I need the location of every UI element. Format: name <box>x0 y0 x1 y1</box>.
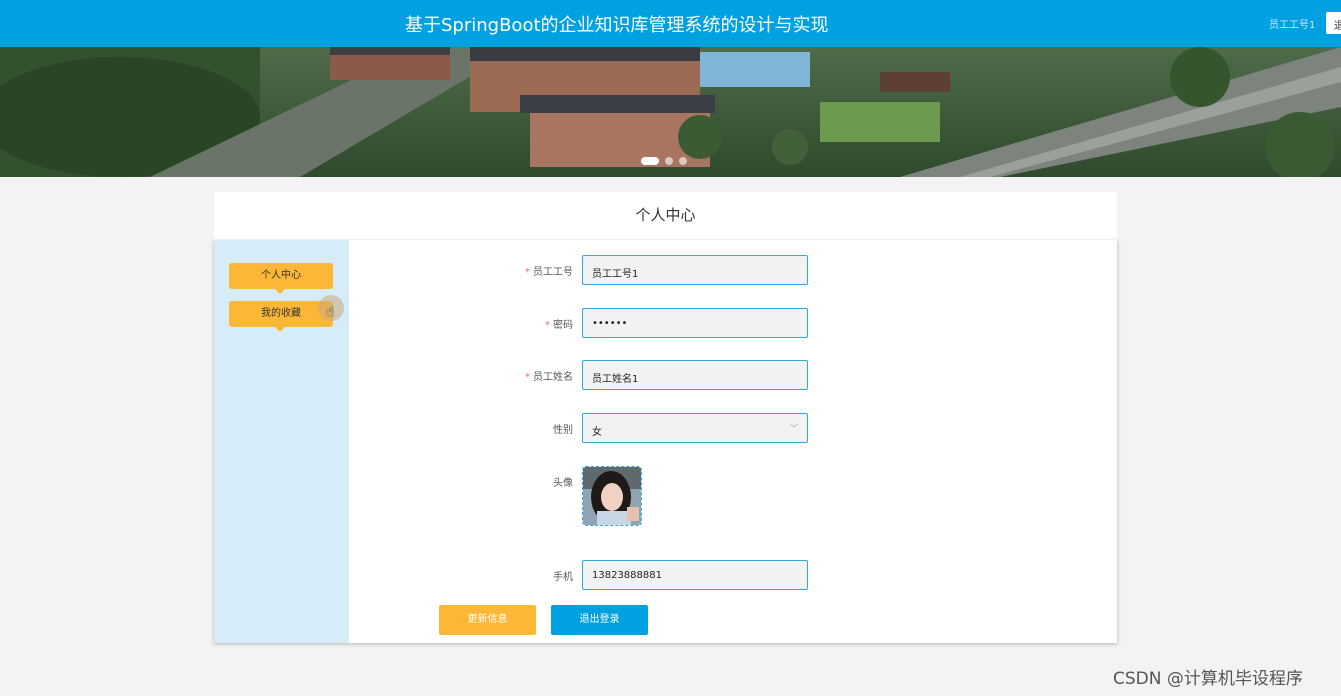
avatar-upload[interactable] <box>582 466 642 526</box>
carousel-indicators <box>641 157 687 165</box>
avatar-label: 头像 <box>553 478 573 489</box>
watermark: CSDN @计算机毕设程序 <box>1113 669 1303 689</box>
phone-row: 手机 13823888881 <box>349 560 809 590</box>
password-row: * 密码 •••••• <box>349 308 809 338</box>
gender-label: 性别 <box>553 425 573 436</box>
carousel-dot[interactable] <box>665 157 673 165</box>
sidebar: 个人中心 我的收藏 ☝ <box>214 240 349 643</box>
phone-label: 手机 <box>553 572 573 583</box>
site-title: 基于SpringBoot的企业知识库管理系统的设计与实现 <box>405 15 829 36</box>
carousel-dot[interactable] <box>679 157 687 165</box>
gender-row: 性别 女 ﹀ <box>349 413 809 443</box>
employee-id-input[interactable]: 员工工号1 <box>582 255 808 285</box>
employee-id-row: * 员工工号 员工工号1 <box>349 255 809 285</box>
gender-select[interactable]: 女 ﹀ <box>582 413 808 443</box>
sidebar-item-personal-center[interactable]: 个人中心 <box>229 263 333 294</box>
password-label: * 密码 <box>545 320 573 331</box>
header-logout-button[interactable]: 退 <box>1326 12 1341 34</box>
top-header: 基于SpringBoot的企业知识库管理系统的设计与实现 员工工号1 退 <box>0 0 1341 47</box>
employee-name-label: * 员工姓名 <box>525 372 573 383</box>
update-info-button[interactable]: 更新信息 <box>439 605 536 635</box>
phone-input[interactable]: 13823888881 <box>582 560 808 590</box>
avatar-image <box>583 467 641 525</box>
page-title: 个人中心 <box>214 192 1117 240</box>
employee-name-input[interactable]: 员工姓名1 <box>582 360 808 390</box>
employee-name-row: * 员工姓名 员工姓名1 <box>349 360 809 390</box>
hand-cursor-icon: ☝ <box>326 304 335 320</box>
password-input[interactable]: •••••• <box>582 308 808 338</box>
carousel-dot[interactable] <box>641 157 659 165</box>
logout-button[interactable]: 退出登录 <box>551 605 648 635</box>
gender-select-value: 女 <box>592 427 602 438</box>
employee-id-label: * 员工工号 <box>525 267 573 278</box>
profile-card: 个人中心 我的收藏 ☝ * 员工工号 员工工号1 * 密码 •••••• * 员工姓名… <box>214 240 1117 643</box>
chevron-down-icon: ﹀ <box>790 424 798 433</box>
current-user-label[interactable]: 员工工号1 <box>1269 16 1315 31</box>
avatar-row: 头像 <box>349 466 809 496</box>
